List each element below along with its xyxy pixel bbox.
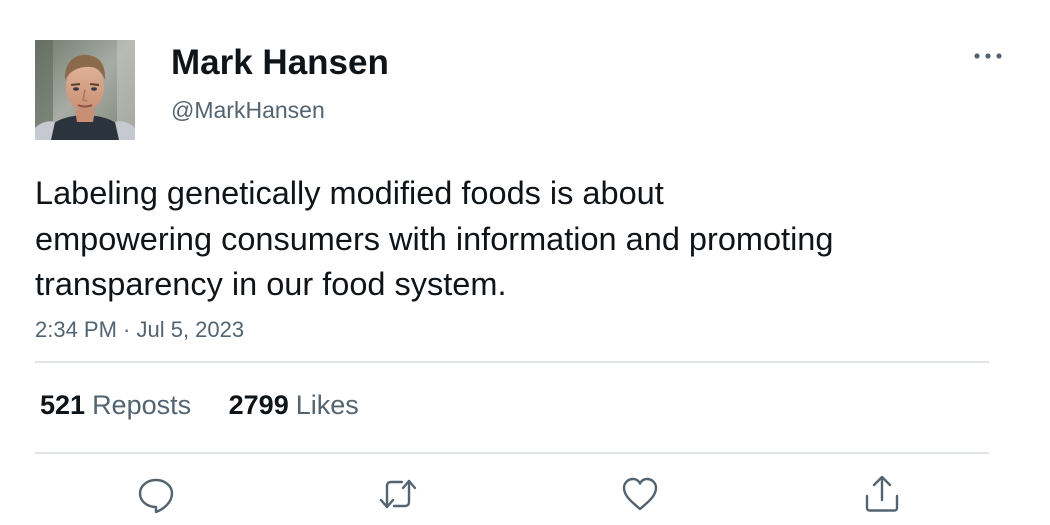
more-horizontal-icon	[974, 53, 1002, 59]
tweet-text: Labeling genetically modified foods is a…	[35, 171, 935, 308]
engagement-stats: 521 Reposts 2799 Likes	[40, 388, 389, 422]
reposts-label: Reposts	[92, 390, 192, 420]
repost-button[interactable]	[378, 474, 418, 514]
reposts-count: 521	[40, 390, 86, 420]
heart-icon	[622, 477, 658, 511]
divider	[35, 361, 989, 363]
tweet-text-line: transparency in our food system.	[35, 266, 507, 302]
divider	[35, 452, 989, 454]
likes-label: Likes	[295, 390, 359, 420]
repost-icon	[379, 479, 417, 509]
reposts-stat[interactable]: 521 Reposts	[40, 388, 191, 422]
share-icon	[865, 475, 899, 512]
author-handle[interactable]: @MarkHansen	[171, 96, 325, 124]
tweet-text-line: Labeling genetically modified foods is a…	[35, 175, 664, 211]
likes-stat[interactable]: 2799 Likes	[229, 388, 359, 422]
like-button[interactable]	[620, 474, 660, 514]
reply-icon	[138, 478, 174, 514]
share-button[interactable]	[862, 474, 902, 514]
tweet-card: Mark Hansen @MarkHansen Labeling genetic…	[0, 0, 1050, 525]
author-display-name[interactable]: Mark Hansen	[171, 42, 389, 84]
tweet-text-line: empowering consumers with information an…	[35, 220, 834, 257]
avatar-photo	[35, 40, 135, 140]
reply-button[interactable]	[136, 474, 176, 514]
avatar[interactable]	[35, 40, 135, 140]
tweet-timestamp[interactable]: 2:34 PM · Jul 5, 2023	[35, 316, 244, 344]
more-options-button[interactable]	[970, 44, 1006, 68]
likes-count: 2799	[228, 390, 289, 420]
